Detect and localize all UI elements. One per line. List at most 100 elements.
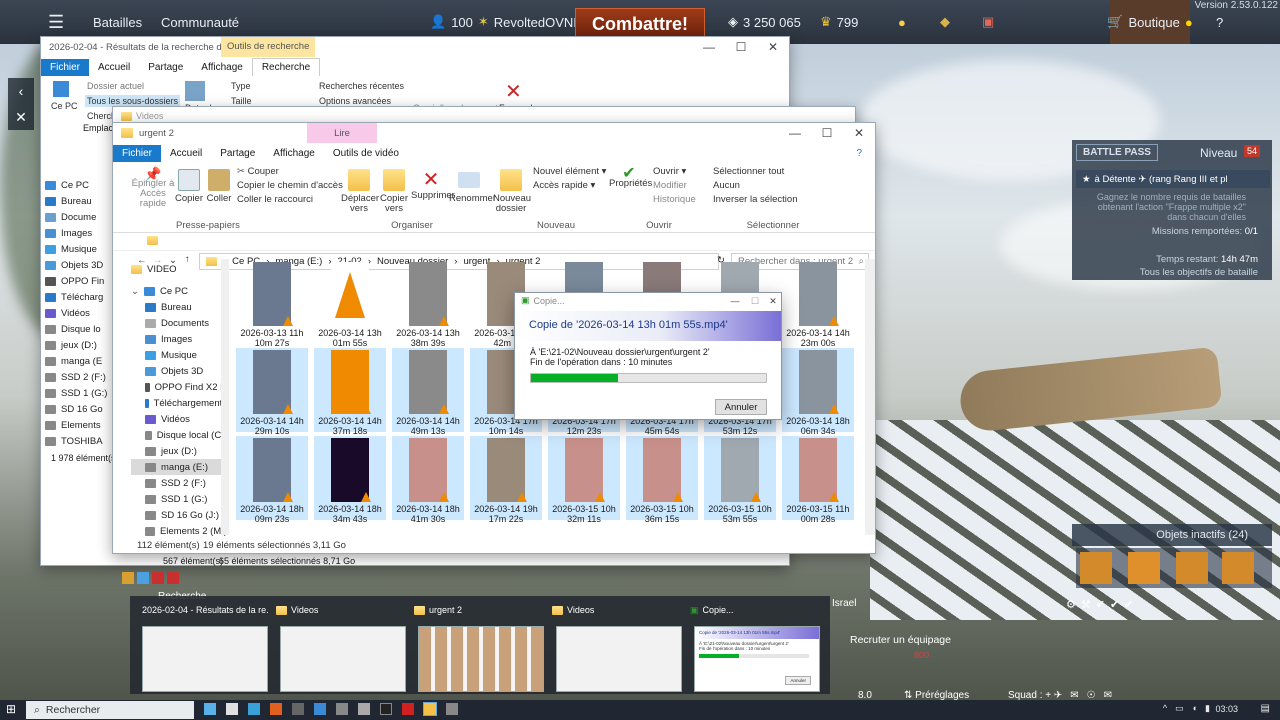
advanced-options[interactable]: Options avancées xyxy=(319,96,391,106)
tab-file[interactable]: Fichier xyxy=(113,144,162,162)
copy-button[interactable]: Copier xyxy=(175,169,203,204)
cancel-button[interactable]: Annuler xyxy=(715,399,767,415)
nation-label[interactable]: Israel xyxy=(832,598,856,609)
nav-item[interactable]: OPPO Fin xyxy=(45,273,115,289)
help-icon[interactable]: ? xyxy=(847,145,871,162)
maximize-icon[interactable]: ☐ xyxy=(745,293,765,309)
nav-item[interactable]: Bureau xyxy=(45,193,115,209)
new-item-button[interactable]: Nouvel élément ▾ xyxy=(533,167,606,177)
cut-button[interactable]: ✂ Couper xyxy=(237,167,279,177)
paste-shortcut-button[interactable]: Coller le raccourci xyxy=(237,195,313,205)
tab-video-tools[interactable]: Outils de vidéo xyxy=(324,145,408,162)
file-thumbnail[interactable]: 2026-03-14 18h 09m 23s xyxy=(236,436,308,524)
file-thumbnail[interactable]: 2026-03-14 19h 17m 22s xyxy=(470,436,542,524)
maximize-icon[interactable]: ☐ xyxy=(725,37,757,57)
close-search-icon[interactable]: ✕ xyxy=(505,79,522,104)
maximize-icon[interactable]: ☐ xyxy=(811,123,843,143)
booster-icon[interactable] xyxy=(1176,552,1208,584)
nav-item[interactable]: jeux (D:) xyxy=(45,337,115,353)
invert-selection-button[interactable]: Inverser la sélection xyxy=(713,195,797,205)
file-thumbnail[interactable]: 2026-03-14 14h 49m 13s xyxy=(392,348,464,436)
nav-item-selected[interactable]: manga (E:) xyxy=(131,459,227,475)
explorer-icon[interactable] xyxy=(423,702,437,716)
gift-icon[interactable]: ▣ xyxy=(982,0,994,44)
game-icon[interactable] xyxy=(446,703,458,715)
file-thumbnail[interactable]: 2026-03-14 13h 01m 55s xyxy=(314,260,386,348)
files-scrollbar[interactable] xyxy=(865,259,875,535)
search-tools-tab[interactable]: Outils de recherche xyxy=(221,37,316,57)
file-thumbnail[interactable]: 2026-03-14 18h 41m 30s xyxy=(392,436,464,524)
tab-view[interactable]: Affichage xyxy=(192,59,252,76)
copy-path-button[interactable]: Copier le chemin d'accès xyxy=(237,181,343,191)
notification-icon[interactable]: ▤ xyxy=(1261,703,1270,714)
tab-share[interactable]: Partage xyxy=(211,145,264,162)
firefox-icon[interactable] xyxy=(270,703,282,715)
file-thumbnail[interactable]: 2026-03-15 10h 53m 55s xyxy=(704,436,776,524)
shop-button[interactable]: 🛒 Boutique ● xyxy=(1107,0,1193,44)
file-thumbnail[interactable]: 2026-03-14 14h 23m 00s xyxy=(782,260,854,348)
nav-item[interactable]: Musique xyxy=(45,241,115,257)
delete-button[interactable]: ✕ Supprimer xyxy=(411,169,455,201)
rank-icon[interactable] xyxy=(122,572,134,584)
tab-share[interactable]: Partage xyxy=(139,59,192,76)
challenge-row[interactable]: ★ à Détente ✈ (rang Rang III et pl xyxy=(1076,170,1270,188)
booster-icon[interactable] xyxy=(1128,552,1160,584)
file-thumbnail[interactable]: 2026-03-13 11h 10m 27s xyxy=(236,260,308,348)
file-thumbnail[interactable]: 2026-03-15 11h 00m 28s xyxy=(782,436,854,524)
nav-item[interactable]: SSD 2 (F:) xyxy=(45,369,115,385)
tab-home[interactable]: Accueil xyxy=(89,59,139,76)
flag-icon[interactable] xyxy=(152,572,164,584)
flag-icon[interactable] xyxy=(167,572,179,584)
nav-item[interactable]: Objets 3D xyxy=(131,363,227,379)
select-all-button[interactable]: Sélectionner tout xyxy=(713,167,784,177)
select-none-button[interactable]: Aucun xyxy=(713,181,740,191)
nav-item[interactable]: SD 16 Go xyxy=(45,401,115,417)
file-thumbnail[interactable]: 2026-03-14 18h 34m 43s xyxy=(314,436,386,524)
volume-icon[interactable]: ◖ xyxy=(1192,703,1197,714)
nav-item[interactable]: OPPO Find X2 N xyxy=(131,379,227,395)
checkbox-icon[interactable] xyxy=(133,236,144,245)
history-button[interactable]: Historique xyxy=(653,195,696,205)
file-thumbnail[interactable]: 2026-03-14 14h 37m 18s xyxy=(314,348,386,436)
nav-item-video[interactable]: VIDEO xyxy=(131,261,227,277)
tab-home[interactable]: Accueil xyxy=(161,145,211,162)
switcher-card[interactable]: ▣ Copie... Copie de '2026-03-14 13h 01m 5… xyxy=(690,602,820,692)
start-icon[interactable]: ⊞ xyxy=(6,702,16,716)
easy-access-button[interactable]: Accès rapide ▾ xyxy=(533,181,595,191)
app-icon[interactable] xyxy=(336,703,348,715)
close-icon[interactable]: ✕ xyxy=(8,104,34,130)
switcher-card[interactable]: urgent 2 xyxy=(414,602,544,692)
minimize-icon[interactable]: — xyxy=(725,293,745,309)
move-to-button[interactable]: Déplacer vers xyxy=(341,169,379,214)
copy-to-button[interactable]: Copier vers xyxy=(377,169,411,214)
app-icon[interactable] xyxy=(402,703,414,715)
file-thumbnail[interactable]: 2026-03-15 10h 36m 15s xyxy=(626,436,698,524)
terminal-icon[interactable] xyxy=(380,703,392,715)
file-thumbnail[interactable]: 2026-03-14 18h 06m 34s xyxy=(782,348,854,436)
nav-item[interactable]: manga (E xyxy=(45,353,115,369)
new-folder-button[interactable]: Nouveau dossier xyxy=(493,169,531,214)
pin-button[interactable]: 📌 Épingler à Accès rapide xyxy=(131,167,175,209)
nav-item[interactable]: Ce PC xyxy=(45,177,115,193)
properties-button[interactable]: ✔ Propriétés xyxy=(609,166,652,189)
booster-icon[interactable] xyxy=(1080,552,1112,584)
nav-item[interactable]: Vidéos xyxy=(45,305,115,321)
file-thumbnail[interactable]: 2026-03-14 13h 38m 39s xyxy=(392,260,464,348)
play-context-tab[interactable]: Lire xyxy=(307,123,377,143)
tab-file[interactable]: Fichier xyxy=(41,58,90,76)
recent-searches[interactable]: Recherches récentes xyxy=(319,81,404,91)
open-button[interactable]: Ouvrir ▾ xyxy=(653,167,686,177)
lightbulb-icon[interactable]: ● xyxy=(898,0,906,44)
switcher-card[interactable]: 2026-02-04 - Résultats de la re... xyxy=(138,602,268,692)
golden-eagles[interactable]: ♛ 799 xyxy=(820,0,858,44)
app-icon[interactable] xyxy=(314,703,326,715)
minimize-icon[interactable]: — xyxy=(693,37,725,57)
crew-actions-icons[interactable]: ⚙⚒✔✔✔ xyxy=(1066,598,1138,611)
nav-item[interactable]: Disque lo xyxy=(45,321,115,337)
taskbar-search[interactable]: ⌕ Rechercher xyxy=(26,701,194,719)
settings-icon[interactable] xyxy=(226,703,238,715)
size-filter[interactable]: Taille xyxy=(231,96,252,106)
nav-item[interactable]: Docume xyxy=(45,209,115,225)
switcher-card[interactable]: Videos xyxy=(552,602,682,692)
task-view-icon[interactable] xyxy=(204,703,216,715)
